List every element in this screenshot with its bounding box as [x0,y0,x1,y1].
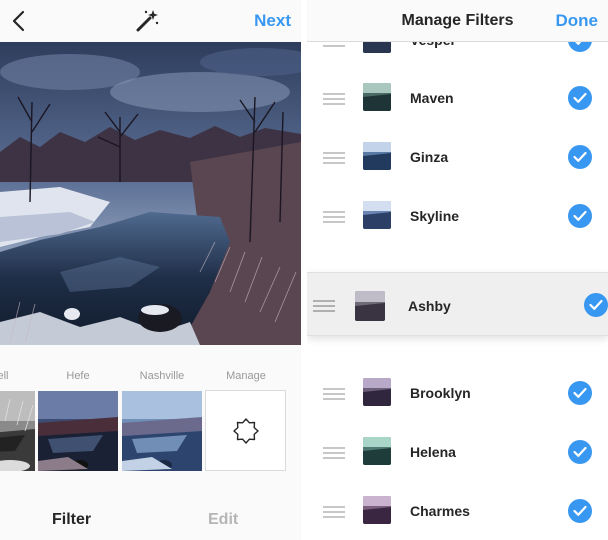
filter-thumbnail [355,291,385,321]
gear-icon [233,418,259,444]
list-item: Maven [307,69,608,127]
checkmark-icon [573,210,587,221]
checkmark-button[interactable] [584,293,608,317]
drag-handle-icon[interactable] [313,300,335,312]
filter-thumbnail[interactable] [0,391,35,471]
filter-label: Manage [226,370,266,382]
drag-handle-icon[interactable] [323,152,345,164]
checkmark-button[interactable] [568,145,592,169]
checkmark-icon [573,505,587,516]
magic-wand-button[interactable] [134,8,160,34]
checkmark-icon [573,92,587,103]
drag-handle-icon[interactable] [323,211,345,223]
filter-thumbnail [363,142,391,170]
checkmark-button[interactable] [568,499,592,523]
list-item: Skyline [307,187,608,245]
list-item: Helena [307,423,608,481]
checkmark-button[interactable] [568,86,592,110]
checkmark-icon [589,299,603,310]
manage-filters-button[interactable] [205,390,286,471]
filter-thumbnail [363,201,391,229]
filter-thumbnail[interactable] [122,391,202,471]
list-item: Brooklyn [307,364,608,422]
filter-thumbnail[interactable] [38,391,118,471]
photo-preview [0,42,301,345]
bottom-tab-bar: Filter Edit [0,495,301,540]
checkmark-icon [573,387,587,398]
filter-list: Vesper Maven Ginza [307,0,608,540]
manage-filters-screen: Manage Filters Done Vesper Maven [307,0,608,540]
back-button[interactable] [8,8,32,34]
filter-thumbnail [363,496,391,524]
done-button[interactable]: Done [556,11,599,31]
filter-label: Nashville [139,370,185,382]
filter-thumbnail [363,437,391,465]
top-bar: Next [0,0,301,42]
list-item: Charmes [307,482,608,540]
filter-strip: ell Hefe Nashville Manage [0,345,301,495]
next-button[interactable]: Next [254,11,291,31]
tab-filter[interactable]: Filter [52,511,91,529]
magic-wand-icon [136,10,159,32]
filter-name: Charmes [410,503,470,519]
tab-edit[interactable]: Edit [208,511,238,529]
drag-handle-icon[interactable] [323,506,345,518]
checkmark-button[interactable] [568,440,592,464]
checkmark-icon [573,446,587,457]
chevron-left-icon [12,10,25,32]
list-item-dragging[interactable]: Ashby [307,272,608,336]
filter-name: Maven [410,90,454,106]
checkmark-icon [573,151,587,162]
list-item: Ginza [307,128,608,186]
header: Manage Filters Done [307,0,608,42]
drag-handle-icon[interactable] [323,93,345,105]
filter-name: Skyline [410,208,460,224]
filter-screen: Next ell Hefe Nashville Manage Filter Ed… [0,0,301,540]
filter-name: Brooklyn [410,385,471,401]
filter-thumbnail [363,83,391,111]
filter-label: Hefe [66,370,90,382]
filter-label: ell [0,370,9,382]
filter-name: Helena [410,444,456,460]
drag-handle-icon[interactable] [323,388,345,400]
drag-handle-icon[interactable] [323,447,345,459]
filter-name: Ashby [408,298,451,314]
checkmark-button[interactable] [568,204,592,228]
filter-thumbnail [363,378,391,406]
checkmark-button[interactable] [568,381,592,405]
filter-name: Ginza [410,149,449,165]
